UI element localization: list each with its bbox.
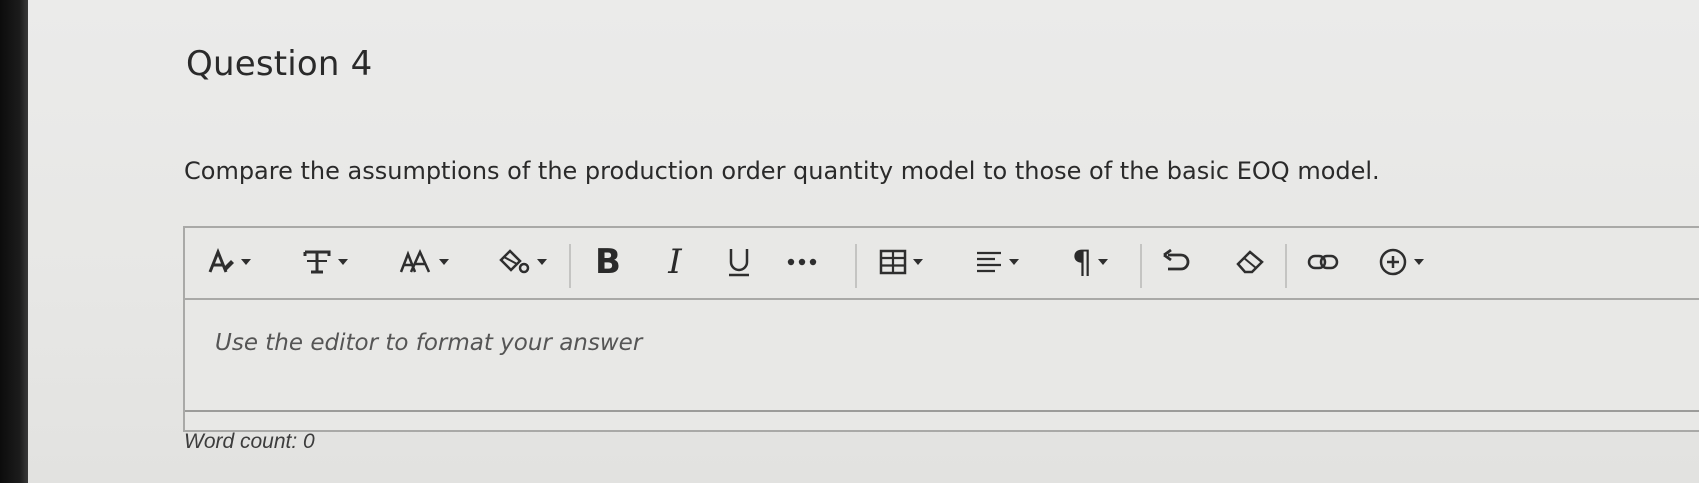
font-size-icon xyxy=(399,248,433,276)
chevron-down-icon xyxy=(1098,259,1109,265)
undo-button[interactable] xyxy=(1157,242,1197,282)
chevron-down-icon xyxy=(1009,259,1019,265)
text-format-button[interactable] xyxy=(295,242,355,282)
word-count: Word count: 0 xyxy=(184,430,315,453)
font-style-button[interactable] xyxy=(201,242,257,282)
screen-bezel xyxy=(0,0,28,483)
chevron-down-icon xyxy=(913,259,923,265)
bold-button[interactable]: B xyxy=(585,242,631,282)
clear-format-button[interactable] xyxy=(1229,242,1271,282)
more-icon xyxy=(787,258,817,266)
insert-button[interactable] xyxy=(1369,242,1433,282)
chevron-down-icon xyxy=(537,259,547,265)
underline-icon xyxy=(726,246,752,278)
chevron-down-icon xyxy=(1414,259,1424,265)
chevron-down-icon xyxy=(241,259,251,265)
italic-button[interactable]: I xyxy=(655,242,695,282)
undo-icon xyxy=(1162,249,1192,275)
font-size-button[interactable] xyxy=(393,242,455,282)
plus-circle-icon xyxy=(1378,247,1408,277)
highlight-icon xyxy=(497,248,531,276)
rich-text-editor: B I ¶ Use the editor to format your answ… xyxy=(183,226,1699,432)
align-button[interactable] xyxy=(967,242,1027,282)
chevron-down-icon xyxy=(439,259,449,265)
answer-input[interactable]: Use the editor to format your answer xyxy=(185,300,1699,412)
answer-placeholder: Use the editor to format your answer xyxy=(215,330,643,356)
toolbar-separator xyxy=(855,244,857,288)
paragraph-button[interactable]: ¶ xyxy=(1061,242,1119,282)
font-style-icon xyxy=(207,248,235,276)
question-prompt: Compare the assumptions of the productio… xyxy=(184,157,1380,185)
highlight-button[interactable] xyxy=(491,242,553,282)
chevron-down-icon xyxy=(338,259,348,265)
paragraph-icon: ¶ xyxy=(1071,243,1093,281)
bold-icon: B xyxy=(595,242,621,282)
toolbar-separator xyxy=(1140,244,1142,288)
text-format-icon xyxy=(302,248,332,276)
toolbar-separator xyxy=(1285,244,1287,288)
underline-button[interactable] xyxy=(719,242,759,282)
align-left-icon xyxy=(975,250,1003,274)
link-icon xyxy=(1307,252,1339,272)
toolbar-separator xyxy=(569,244,571,288)
question-title: Question 4 xyxy=(186,44,373,84)
editor-toolbar: B I ¶ xyxy=(185,228,1699,300)
table-button[interactable] xyxy=(871,242,931,282)
table-icon xyxy=(879,249,907,275)
link-button[interactable] xyxy=(1301,242,1345,282)
italic-icon: I xyxy=(668,242,682,282)
more-button[interactable] xyxy=(781,242,823,282)
eraser-icon xyxy=(1235,248,1265,276)
